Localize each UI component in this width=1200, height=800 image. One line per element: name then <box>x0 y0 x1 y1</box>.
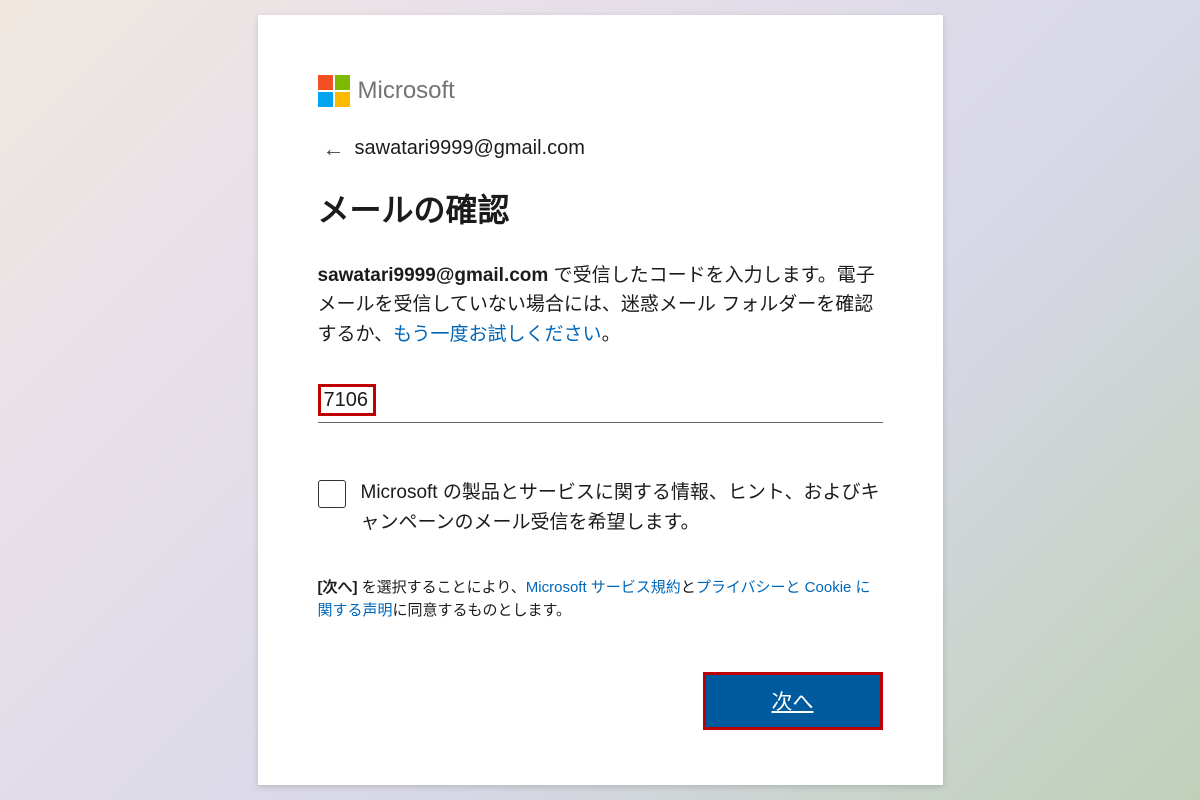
legal-next-ref: [次へ] <box>318 579 358 596</box>
microsoft-logo-icon <box>318 75 350 107</box>
instruction-part2: 。 <box>602 324 621 345</box>
back-arrow-icon[interactable]: ← <box>323 138 345 160</box>
button-row: 次へ <box>318 672 883 730</box>
code-input-value: 7106 <box>318 384 377 416</box>
retry-link[interactable]: もう一度お試しください <box>393 324 601 345</box>
marketing-optin-row: Microsoft の製品とサービスに関する情報、ヒント、およびキャンペーンのメ… <box>318 478 883 537</box>
marketing-optin-checkbox[interactable] <box>318 480 346 508</box>
page-title: メールの確認 <box>318 185 883 231</box>
input-underline <box>318 422 883 423</box>
account-email: sawatari9999@gmail.com <box>355 137 585 160</box>
brand-text: Microsoft <box>358 77 455 105</box>
code-input-field[interactable]: 7106 <box>318 384 883 423</box>
marketing-optin-label: Microsoft の製品とサービスに関する情報、ヒント、およびキャンペーンのメ… <box>361 478 883 537</box>
legal-p1b: を選択することにより、 <box>358 579 526 596</box>
instruction-email: sawatari9999@gmail.com <box>318 265 549 286</box>
legal-text: [次へ] を選択することにより、Microsoft サービス規約とプライバシーと… <box>318 577 883 622</box>
tos-link[interactable]: Microsoft サービス規約 <box>526 579 681 596</box>
legal-p3: に同意するものとします。 <box>393 602 572 619</box>
account-row: ← sawatari9999@gmail.com <box>323 137 883 160</box>
legal-p2: と <box>681 579 696 596</box>
instruction-text: sawatari9999@gmail.com で受信したコードを入力します。電子… <box>318 261 883 349</box>
verify-email-dialog: Microsoft ← sawatari9999@gmail.com メールの確… <box>258 15 943 785</box>
next-button[interactable]: 次へ <box>703 672 883 730</box>
brand-row: Microsoft <box>318 75 883 107</box>
